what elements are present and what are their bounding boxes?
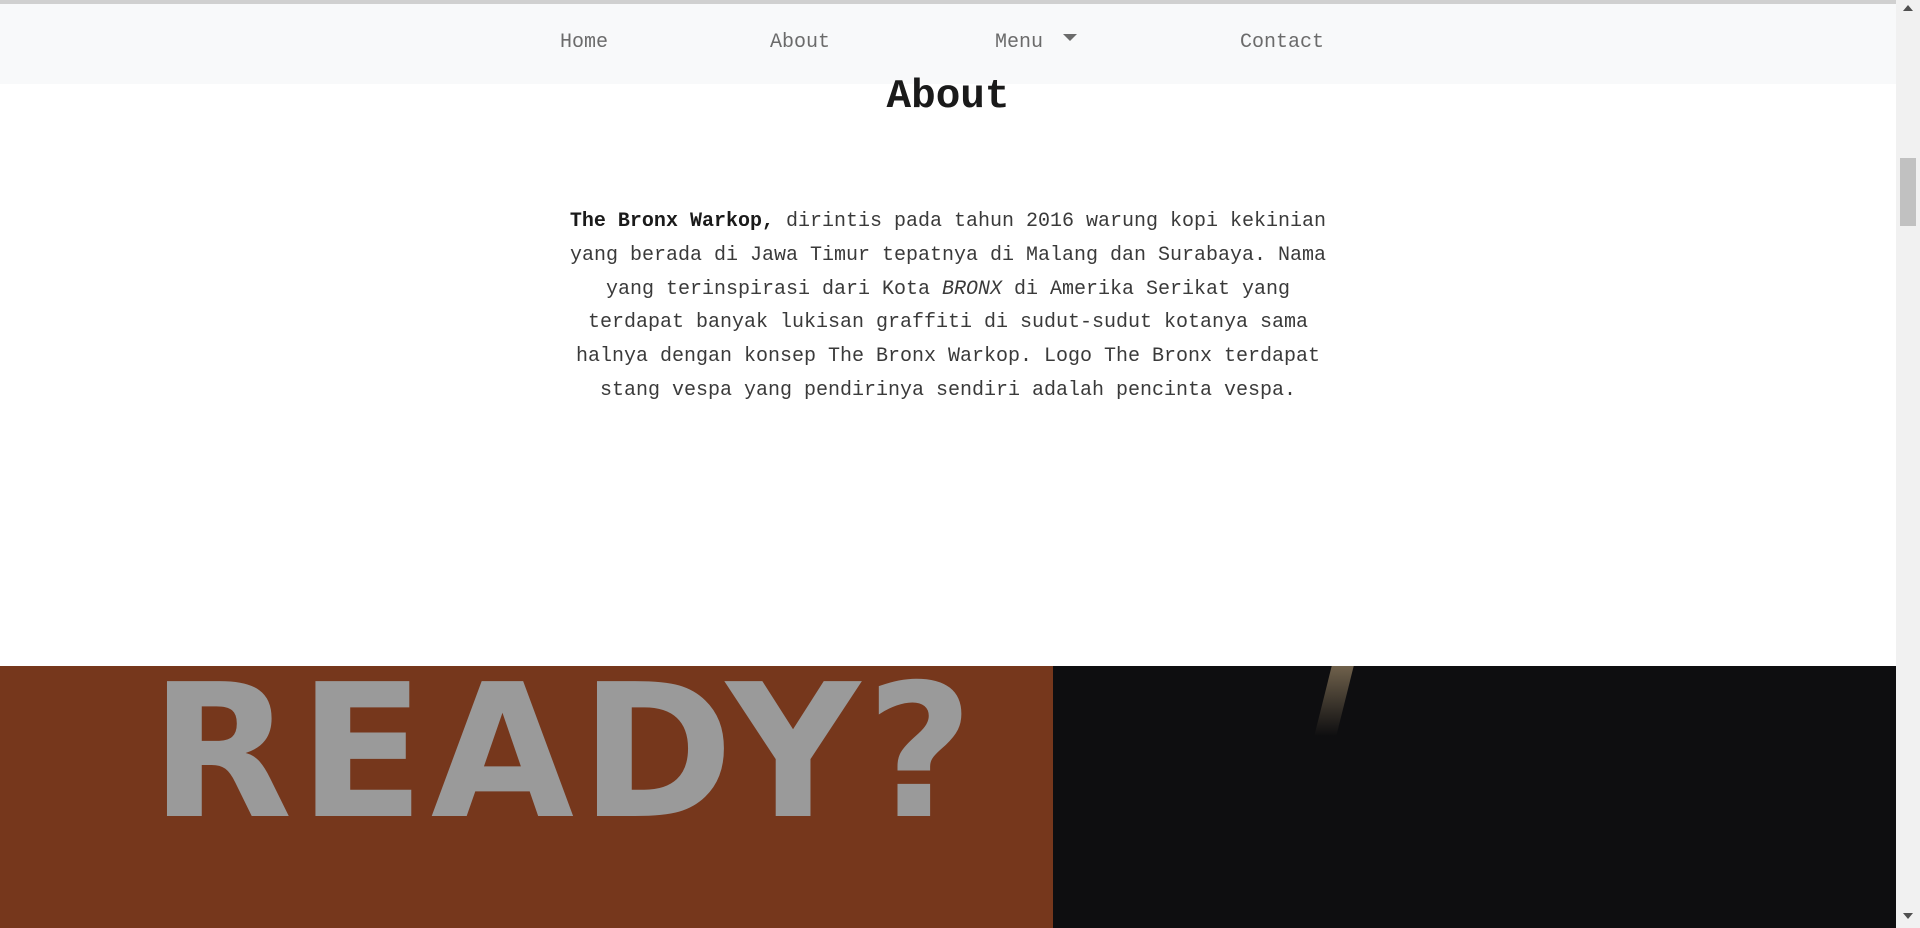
nav-item-about[interactable]: About	[770, 31, 830, 54]
nav-item-home[interactable]: Home	[560, 31, 608, 54]
nav-item-menu-dropdown[interactable]: Menu	[995, 31, 1078, 54]
scroll-up-arrow-icon[interactable]	[1903, 5, 1913, 11]
page-viewport: Home About Menu Contact About The Bronx …	[0, 0, 1896, 928]
about-paragraph: The Bronx Warkop, dirintis pada tahun 20…	[555, 205, 1341, 408]
hero-image-right	[1053, 666, 1896, 928]
about-brand-name: The Bronx Warkop,	[569, 210, 774, 233]
hero-ready-text: READY?	[150, 644, 980, 860]
nav-item-menu-label: Menu	[995, 31, 1044, 54]
scroll-down-arrow-icon[interactable]	[1903, 913, 1913, 919]
about-city-emphasis: BRONX	[942, 277, 1003, 301]
vertical-scrollbar[interactable]	[1896, 0, 1920, 928]
navbar: Home About Menu Contact	[0, 4, 1896, 84]
caret-down-icon	[1063, 34, 1078, 41]
nav-item-contact[interactable]: Contact	[1240, 31, 1324, 54]
about-heading: About	[886, 74, 1010, 120]
hero-light-streak	[1314, 666, 1354, 736]
scrollbar-thumb[interactable]	[1900, 158, 1916, 226]
